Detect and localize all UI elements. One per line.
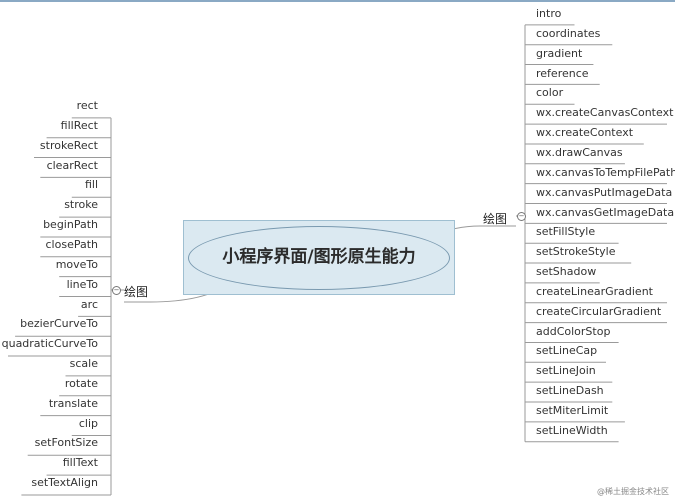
leaf-node[interactable]: gradient xyxy=(536,47,582,61)
leaf-node[interactable]: wx.canvasPutImageData xyxy=(536,186,672,200)
leaf-node[interactable]: wx.drawCanvas xyxy=(536,146,623,160)
leaf-node[interactable]: reference xyxy=(536,67,589,81)
leaf-node[interactable]: translate xyxy=(0,397,98,411)
leaf-node[interactable]: wx.createContext xyxy=(536,126,633,140)
leaf-node[interactable]: rect xyxy=(0,99,98,113)
leaf-node[interactable]: addColorStop xyxy=(536,325,610,339)
leaf-node[interactable]: beginPath xyxy=(0,218,98,232)
leaf-node[interactable]: fillText xyxy=(0,456,98,470)
leaf-node[interactable]: arc xyxy=(0,298,98,312)
leaf-node[interactable]: createCircularGradient xyxy=(536,305,661,319)
leaf-node[interactable]: quadraticCurveTo xyxy=(0,337,98,351)
leaf-node[interactable]: coordinates xyxy=(536,27,600,41)
leaf-node[interactable]: clip xyxy=(0,417,98,431)
leaf-node[interactable]: intro xyxy=(536,7,561,21)
leaf-node[interactable]: setLineWidth xyxy=(536,424,608,438)
leaf-node[interactable]: createLinearGradient xyxy=(536,285,653,299)
leaf-node[interactable]: setLineDash xyxy=(536,384,604,398)
left-branch-label[interactable]: 绘图 xyxy=(124,283,148,300)
collapse-toggle-icon[interactable]: − xyxy=(112,286,121,295)
leaf-node[interactable]: strokeRect xyxy=(0,139,98,153)
leaf-node[interactable]: setLineJoin xyxy=(536,364,596,378)
leaf-node[interactable]: wx.canvasToTempFilePath xyxy=(536,166,675,180)
leaf-node[interactable]: setTextAlign xyxy=(0,476,98,490)
leaf-node[interactable]: setShadow xyxy=(536,265,596,279)
leaf-node[interactable]: rotate xyxy=(0,377,98,391)
leaf-node[interactable]: setMiterLimit xyxy=(536,404,608,418)
right-branch-label[interactable]: 绘图 xyxy=(483,210,507,227)
central-topic-title[interactable]: 小程序界面/图形原生能力 xyxy=(183,220,455,295)
leaf-node[interactable]: moveTo xyxy=(0,258,98,272)
leaf-node[interactable]: setFillStyle xyxy=(536,225,595,239)
leaf-node[interactable]: bezierCurveTo xyxy=(0,317,98,331)
leaf-node[interactable]: lineTo xyxy=(0,278,98,292)
leaf-node[interactable]: scale xyxy=(0,357,98,371)
leaf-node[interactable]: fill xyxy=(0,178,98,192)
leaf-node[interactable]: setFontSize xyxy=(0,436,98,450)
watermark: @稀土掘金技术社区 xyxy=(597,487,669,496)
leaf-node[interactable]: wx.canvasGetImageData xyxy=(536,206,674,220)
leaf-node[interactable]: wx.createCanvasContext xyxy=(536,106,673,120)
leaf-node[interactable]: setLineCap xyxy=(536,344,597,358)
collapse-toggle-icon[interactable]: − xyxy=(517,212,526,221)
leaf-node[interactable]: stroke xyxy=(0,198,98,212)
leaf-node[interactable]: clearRect xyxy=(0,159,98,173)
leaf-node[interactable]: color xyxy=(536,86,563,100)
leaf-node[interactable]: closePath xyxy=(0,238,99,252)
leaf-node[interactable]: setStrokeStyle xyxy=(536,245,616,259)
leaf-node[interactable]: fillRect xyxy=(0,119,98,133)
